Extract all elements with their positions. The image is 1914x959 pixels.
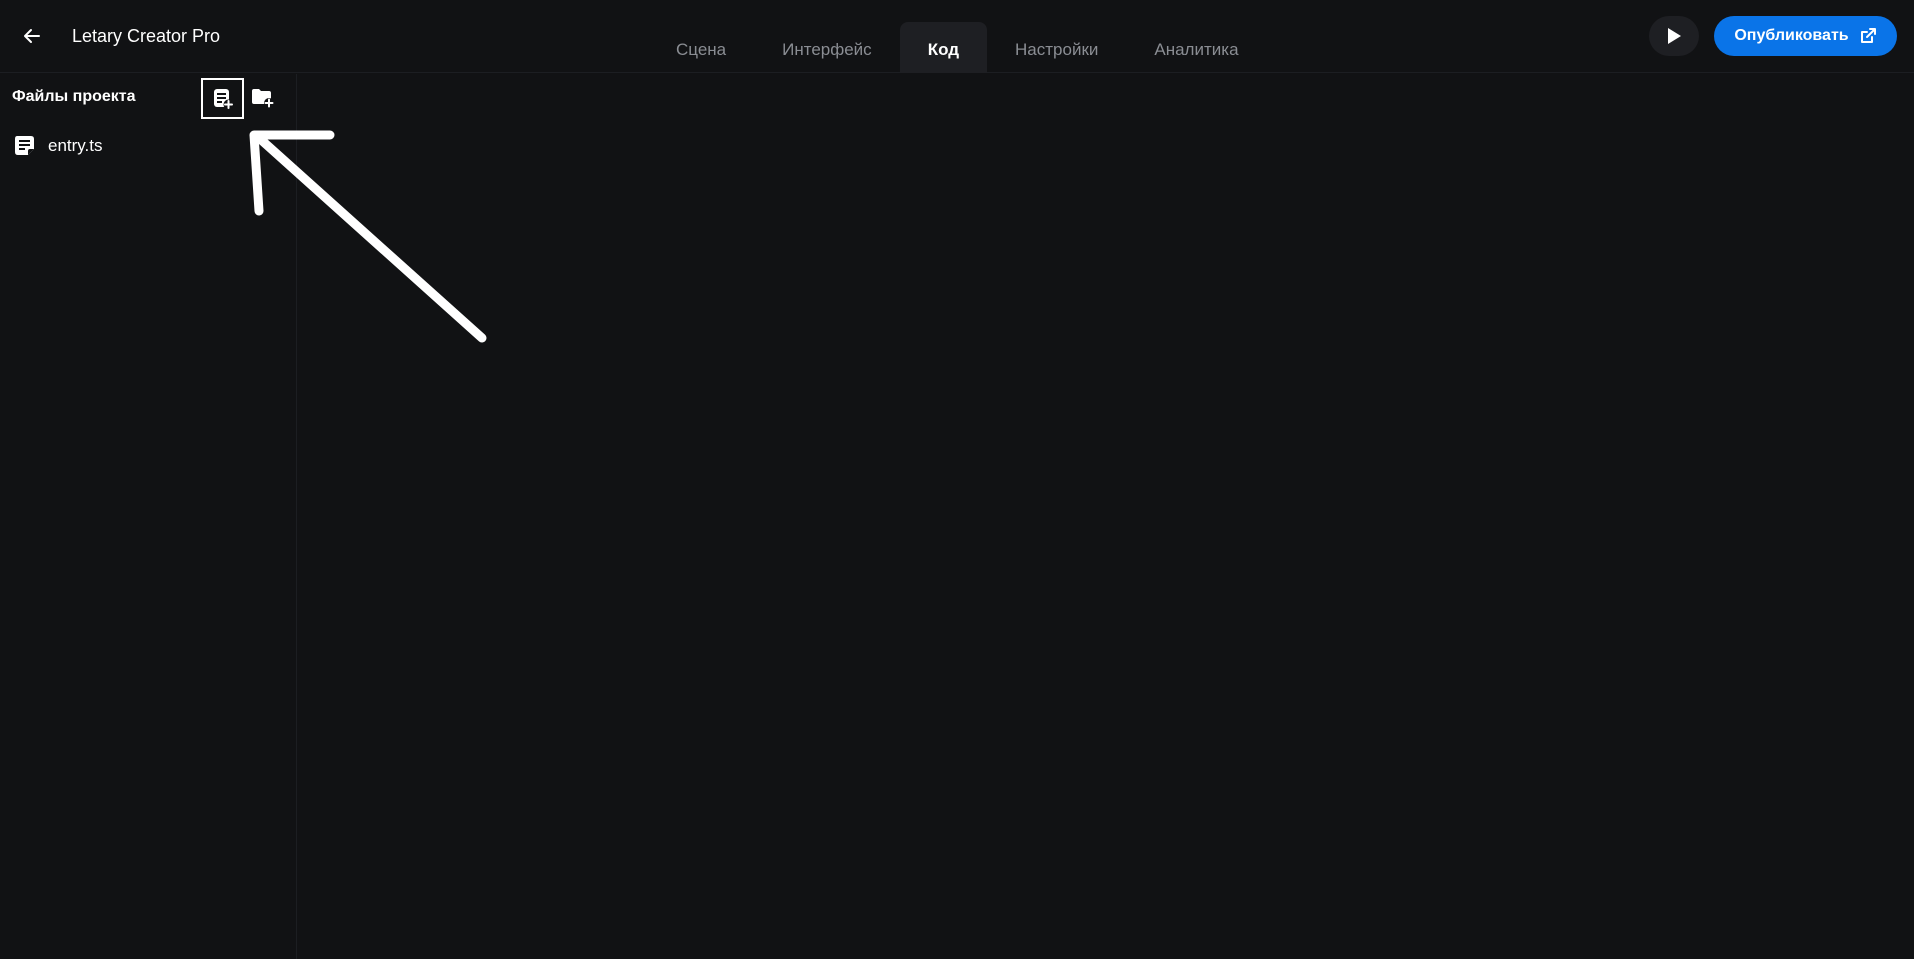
- external-link-icon: [1860, 28, 1876, 43]
- file-text-icon: [15, 136, 34, 155]
- tab-analytics[interactable]: Аналитика: [1126, 22, 1266, 73]
- main-tabs: Сцена Интерфейс Код Настройки Аналитика: [648, 22, 1267, 73]
- arrow-left-icon: [24, 29, 40, 43]
- folder-plus-icon: [252, 89, 274, 108]
- publish-label: Опубликовать: [1734, 27, 1849, 44]
- file-name: entry.ts: [48, 136, 103, 155]
- new-file-button[interactable]: [201, 78, 244, 119]
- tab-code[interactable]: Код: [899, 22, 988, 73]
- sidebar-title: Файлы проекта: [12, 88, 136, 105]
- code-editor-area[interactable]: [298, 74, 1914, 959]
- project-files-sidebar: Файлы проекта entry.ts: [0, 74, 297, 959]
- tab-scene[interactable]: Сцена: [648, 22, 754, 73]
- file-plus-icon: [213, 88, 233, 109]
- back-button[interactable]: [18, 22, 46, 50]
- app-title: Letary Creator Pro: [72, 26, 221, 46]
- tab-interface[interactable]: Интерфейс: [754, 22, 900, 73]
- file-item-entry[interactable]: entry.ts: [14, 132, 102, 160]
- app-window: Letary Creator Pro Сцена Интерфейс Код Н…: [0, 0, 1914, 959]
- publish-button[interactable]: Опубликовать: [1714, 16, 1897, 56]
- new-folder-button[interactable]: [250, 84, 276, 112]
- top-bar: Letary Creator Pro Сцена Интерфейс Код Н…: [0, 0, 1914, 73]
- play-button[interactable]: [1649, 16, 1699, 56]
- tab-settings[interactable]: Настройки: [987, 22, 1126, 73]
- play-icon: [1668, 28, 1681, 44]
